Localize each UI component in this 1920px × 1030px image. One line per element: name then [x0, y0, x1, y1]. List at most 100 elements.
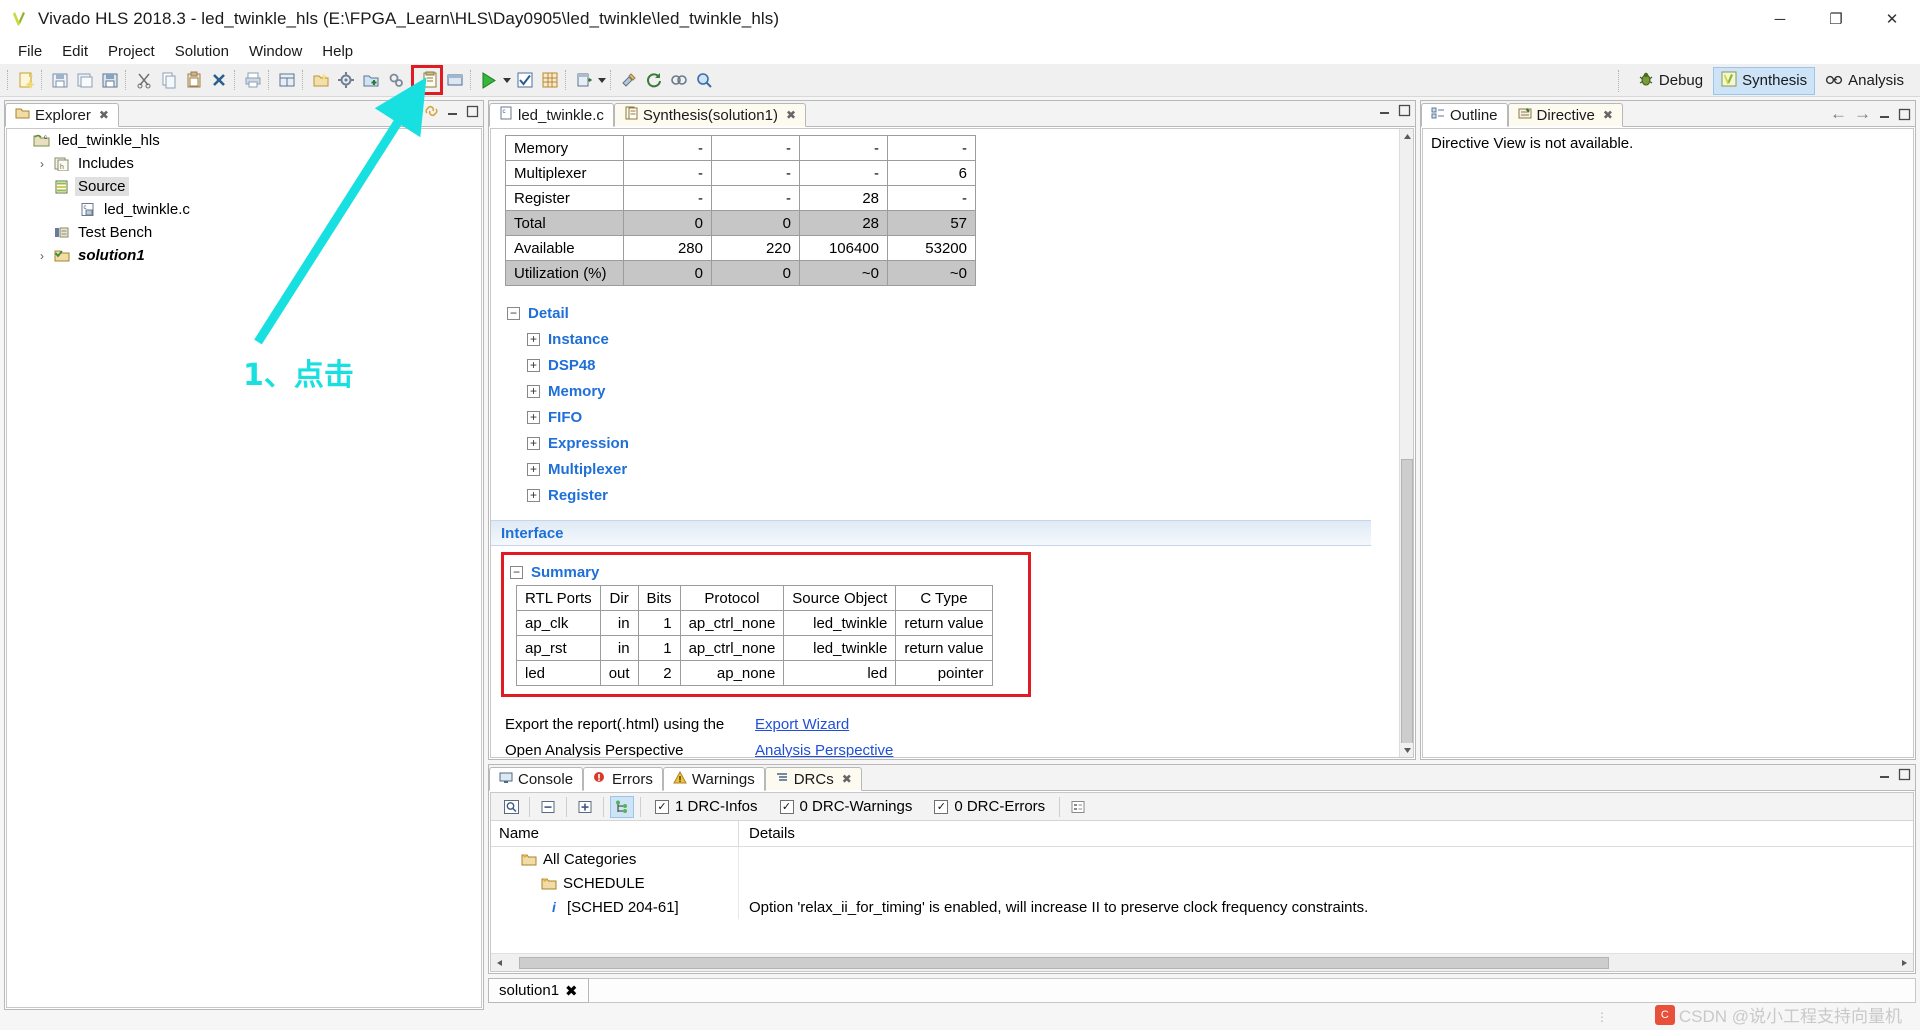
- scroll-up-arrow[interactable]: [1400, 129, 1414, 143]
- close-icon[interactable]: ✖: [565, 982, 578, 1000]
- detail-item-instance[interactable]: + Instance: [527, 326, 1399, 352]
- scrollbar-track[interactable]: [509, 956, 1895, 970]
- scroll-left-arrow[interactable]: [491, 954, 509, 972]
- maximize-button[interactable]: ❐: [1808, 0, 1864, 38]
- nav-back-icon[interactable]: ←: [1830, 104, 1847, 124]
- view-menu-icon[interactable]: [1066, 796, 1090, 818]
- expand-all-icon[interactable]: [573, 796, 597, 818]
- detail-title[interactable]: Detail: [528, 305, 569, 322]
- chevron-right-icon[interactable]: ›: [33, 157, 51, 171]
- menu-project[interactable]: Project: [98, 41, 165, 62]
- tree-item-led_twinkle-c[interactable]: c led_twinkle.c: [7, 198, 481, 221]
- detail-item-fifo[interactable]: + FIFO: [527, 404, 1399, 430]
- menu-help[interactable]: Help: [312, 41, 363, 62]
- menu-file[interactable]: File: [8, 41, 52, 62]
- close-button[interactable]: ✕: [1864, 0, 1920, 38]
- perspective-debug[interactable]: Debug: [1630, 67, 1711, 95]
- add-files-icon[interactable]: [358, 68, 383, 93]
- maximize-panel-icon[interactable]: [1898, 768, 1911, 781]
- maximize-panel-icon[interactable]: [466, 105, 479, 118]
- tree-item-source[interactable]: ⱟ Source: [7, 175, 481, 198]
- group-by-category-icon[interactable]: [610, 796, 634, 818]
- detail-item-label[interactable]: Expression: [548, 435, 629, 452]
- scroll-down-arrow[interactable]: [1400, 743, 1414, 757]
- menu-window[interactable]: Window: [239, 41, 312, 62]
- save-all-icon[interactable]: [97, 68, 122, 93]
- cut-icon[interactable]: [131, 68, 156, 93]
- checkbox-icon[interactable]: ✓: [655, 800, 669, 814]
- maximize-panel-icon[interactable]: [1898, 108, 1911, 121]
- perspective-synthesis[interactable]: Synthesis: [1713, 67, 1815, 95]
- build-icon[interactable]: [616, 68, 641, 93]
- detail-item-label[interactable]: Memory: [548, 383, 606, 400]
- perspective-analysis[interactable]: Analysis: [1817, 68, 1912, 94]
- checkbox-icon[interactable]: ✓: [780, 800, 794, 814]
- collapse-all-icon[interactable]: [536, 796, 560, 818]
- filter-drc-infos[interactable]: ✓ 1 DRC-Infos: [655, 798, 758, 815]
- scrollbar-thumb[interactable]: [1401, 459, 1413, 749]
- tree-item-test-bench[interactable]: Test Bench: [7, 221, 481, 244]
- run-dropdown-arrow[interactable]: [501, 68, 512, 93]
- detail-item-register[interactable]: + Register: [527, 482, 1399, 508]
- detail-item-dsp48[interactable]: + DSP48: [527, 352, 1399, 378]
- scroll-right-arrow[interactable]: [1895, 954, 1913, 972]
- delete-icon[interactable]: [206, 68, 231, 93]
- maximize-panel-icon[interactable]: [1398, 104, 1411, 117]
- print-icon[interactable]: [240, 68, 265, 93]
- expand-icon[interactable]: +: [527, 333, 540, 346]
- chevron-down-icon[interactable]: ⱟ: [33, 180, 51, 194]
- menu-solution[interactable]: Solution: [165, 41, 239, 62]
- expand-icon[interactable]: +: [527, 359, 540, 372]
- run-cosimulation-icon[interactable]: [537, 68, 562, 93]
- expand-icon[interactable]: +: [527, 411, 540, 424]
- drc-row-schedule[interactable]: ⱟ SCHEDULE: [491, 871, 1913, 895]
- detail-item-label[interactable]: FIFO: [548, 409, 582, 426]
- detail-item-label[interactable]: Register: [548, 487, 608, 504]
- status-tab-solution1[interactable]: solution1 ✖: [488, 978, 589, 1003]
- export-wizard-link[interactable]: Export Wizard: [755, 716, 849, 733]
- chevron-down-icon[interactable]: ⱟ: [13, 134, 31, 148]
- save-as-icon[interactable]: [72, 68, 97, 93]
- filter-drc-errors[interactable]: ✓ 0 DRC-Errors: [934, 798, 1045, 815]
- tab-directive[interactable]: Directive ✖: [1508, 103, 1623, 127]
- save-icon[interactable]: [47, 68, 72, 93]
- detail-item-expression[interactable]: + Expression: [527, 430, 1399, 456]
- drc-row-sched-204-61[interactable]: i [SCHED 204-61] Option 'relax_ii_for_ti…: [491, 895, 1913, 919]
- tab-explorer[interactable]: Explorer ✖: [5, 103, 119, 127]
- tab-outline[interactable]: Outline: [1421, 103, 1508, 127]
- minimize-panel-icon[interactable]: [446, 105, 459, 118]
- detail-item-label[interactable]: DSP48: [548, 357, 596, 374]
- link-with-editor-icon[interactable]: [424, 104, 439, 118]
- explorer-tree[interactable]: ⱟ c led_twinkle_hls › h Includes ⱟ Sourc…: [6, 128, 482, 1008]
- tree-item-solution1[interactable]: › solution1: [7, 244, 481, 267]
- chevron-down-icon[interactable]: ⱟ: [501, 852, 519, 866]
- nav-forward-icon[interactable]: →: [1854, 104, 1871, 124]
- scrollbar-thumb[interactable]: [519, 957, 1609, 969]
- checkbox-icon[interactable]: ✓: [934, 800, 948, 814]
- chevron-right-icon[interactable]: ›: [33, 249, 51, 263]
- detail-header[interactable]: − Detail: [507, 300, 1399, 326]
- chevron-down-icon[interactable]: ⱟ: [521, 876, 539, 890]
- summary-title[interactable]: Summary: [531, 564, 599, 581]
- minimize-panel-icon[interactable]: [1878, 108, 1891, 121]
- minimize-button[interactable]: ─: [1752, 0, 1808, 38]
- collapse-icon[interactable]: −: [510, 566, 523, 579]
- detail-item-label[interactable]: Instance: [548, 331, 609, 348]
- expand-icon[interactable]: +: [527, 489, 540, 502]
- filter-drc-warnings[interactable]: ✓ 0 DRC-Warnings: [780, 798, 913, 815]
- tab-led-twinkle-c[interactable]: c led_twinkle.c: [489, 103, 614, 127]
- tab-drcs[interactable]: DRCs ✖: [765, 767, 862, 791]
- tree-item-led_twinkle_hls[interactable]: ⱟ c led_twinkle_hls: [7, 129, 481, 152]
- export-rtl-icon[interactable]: [571, 68, 596, 93]
- tab-console[interactable]: Console: [489, 767, 583, 791]
- paste-icon[interactable]: [181, 68, 206, 93]
- reports-icon[interactable]: [417, 68, 442, 93]
- detail-item-memory[interactable]: + Memory: [527, 378, 1399, 404]
- analysis-perspective-link[interactable]: Analysis Perspective: [755, 742, 893, 758]
- compare-icon[interactable]: [666, 68, 691, 93]
- search-drc-icon[interactable]: [499, 796, 523, 818]
- minimize-panel-icon[interactable]: [1378, 104, 1391, 117]
- close-icon[interactable]: ✖: [786, 108, 796, 122]
- expand-icon[interactable]: +: [527, 385, 540, 398]
- run-c-synthesis-button[interactable]: [476, 68, 501, 93]
